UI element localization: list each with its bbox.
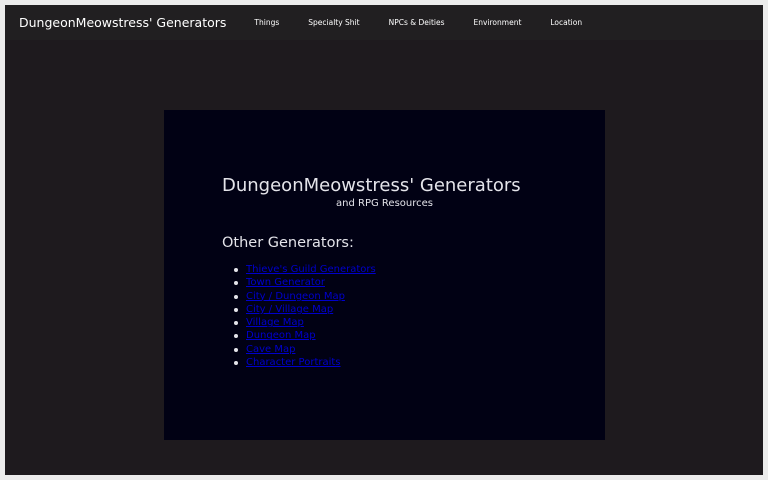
- bullet-icon: [234, 294, 238, 299]
- content-panel: DungeonMeowstress' Generators and RPG Re…: [164, 110, 605, 440]
- bullet-icon: [234, 268, 238, 272]
- nav-item-location[interactable]: Location: [550, 18, 582, 27]
- bullet-icon: [234, 361, 238, 366]
- page-title: DungeonMeowstress' Generators: [222, 175, 521, 196]
- link-cave-map[interactable]: Cave Map: [246, 344, 295, 355]
- list-item: Character Portraits: [234, 356, 376, 369]
- list-item: Village Map: [234, 316, 376, 329]
- page: DungeonMeowstress' Generators Things Spe…: [5, 5, 763, 475]
- list-item: Town Generator: [234, 276, 376, 289]
- brand-link[interactable]: DungeonMeowstress' Generators: [19, 15, 226, 30]
- page-subtitle: and RPG Resources: [336, 198, 433, 209]
- bullet-icon: [234, 307, 238, 312]
- nav-item-npcs-deities[interactable]: NPCs & Deities: [389, 18, 445, 27]
- bullet-icon: [234, 281, 238, 286]
- link-village-map[interactable]: Village Map: [246, 317, 304, 328]
- list-item: Cave Map: [234, 343, 376, 356]
- bullet-icon: [234, 347, 238, 352]
- nav-item-things[interactable]: Things: [254, 18, 279, 27]
- link-city-village-map[interactable]: City / Village Map: [246, 304, 333, 315]
- bullet-icon: [234, 334, 238, 339]
- section-heading: Other Generators:: [222, 235, 354, 251]
- generator-link-list: Thieve's Guild Generators Town Generator…: [222, 263, 376, 369]
- link-thieves-guild-generators[interactable]: Thieve's Guild Generators: [246, 264, 376, 275]
- list-item: Thieve's Guild Generators: [234, 263, 376, 276]
- nav-item-specialty[interactable]: Specialty Shit: [308, 18, 359, 27]
- list-item: Dungeon Map: [234, 329, 376, 342]
- nav-menu: Things Specialty Shit NPCs & Deities Env…: [254, 18, 611, 27]
- list-item: City / Village Map: [234, 303, 376, 316]
- bullet-icon: [234, 321, 238, 326]
- link-dungeon-map[interactable]: Dungeon Map: [246, 330, 316, 341]
- link-city-dungeon-map[interactable]: City / Dungeon Map: [246, 291, 345, 302]
- list-item: City / Dungeon Map: [234, 290, 376, 303]
- link-character-portraits[interactable]: Character Portraits: [246, 357, 341, 368]
- top-navbar: DungeonMeowstress' Generators Things Spe…: [5, 5, 763, 40]
- link-town-generator[interactable]: Town Generator: [246, 277, 325, 288]
- nav-item-environment[interactable]: Environment: [474, 18, 522, 27]
